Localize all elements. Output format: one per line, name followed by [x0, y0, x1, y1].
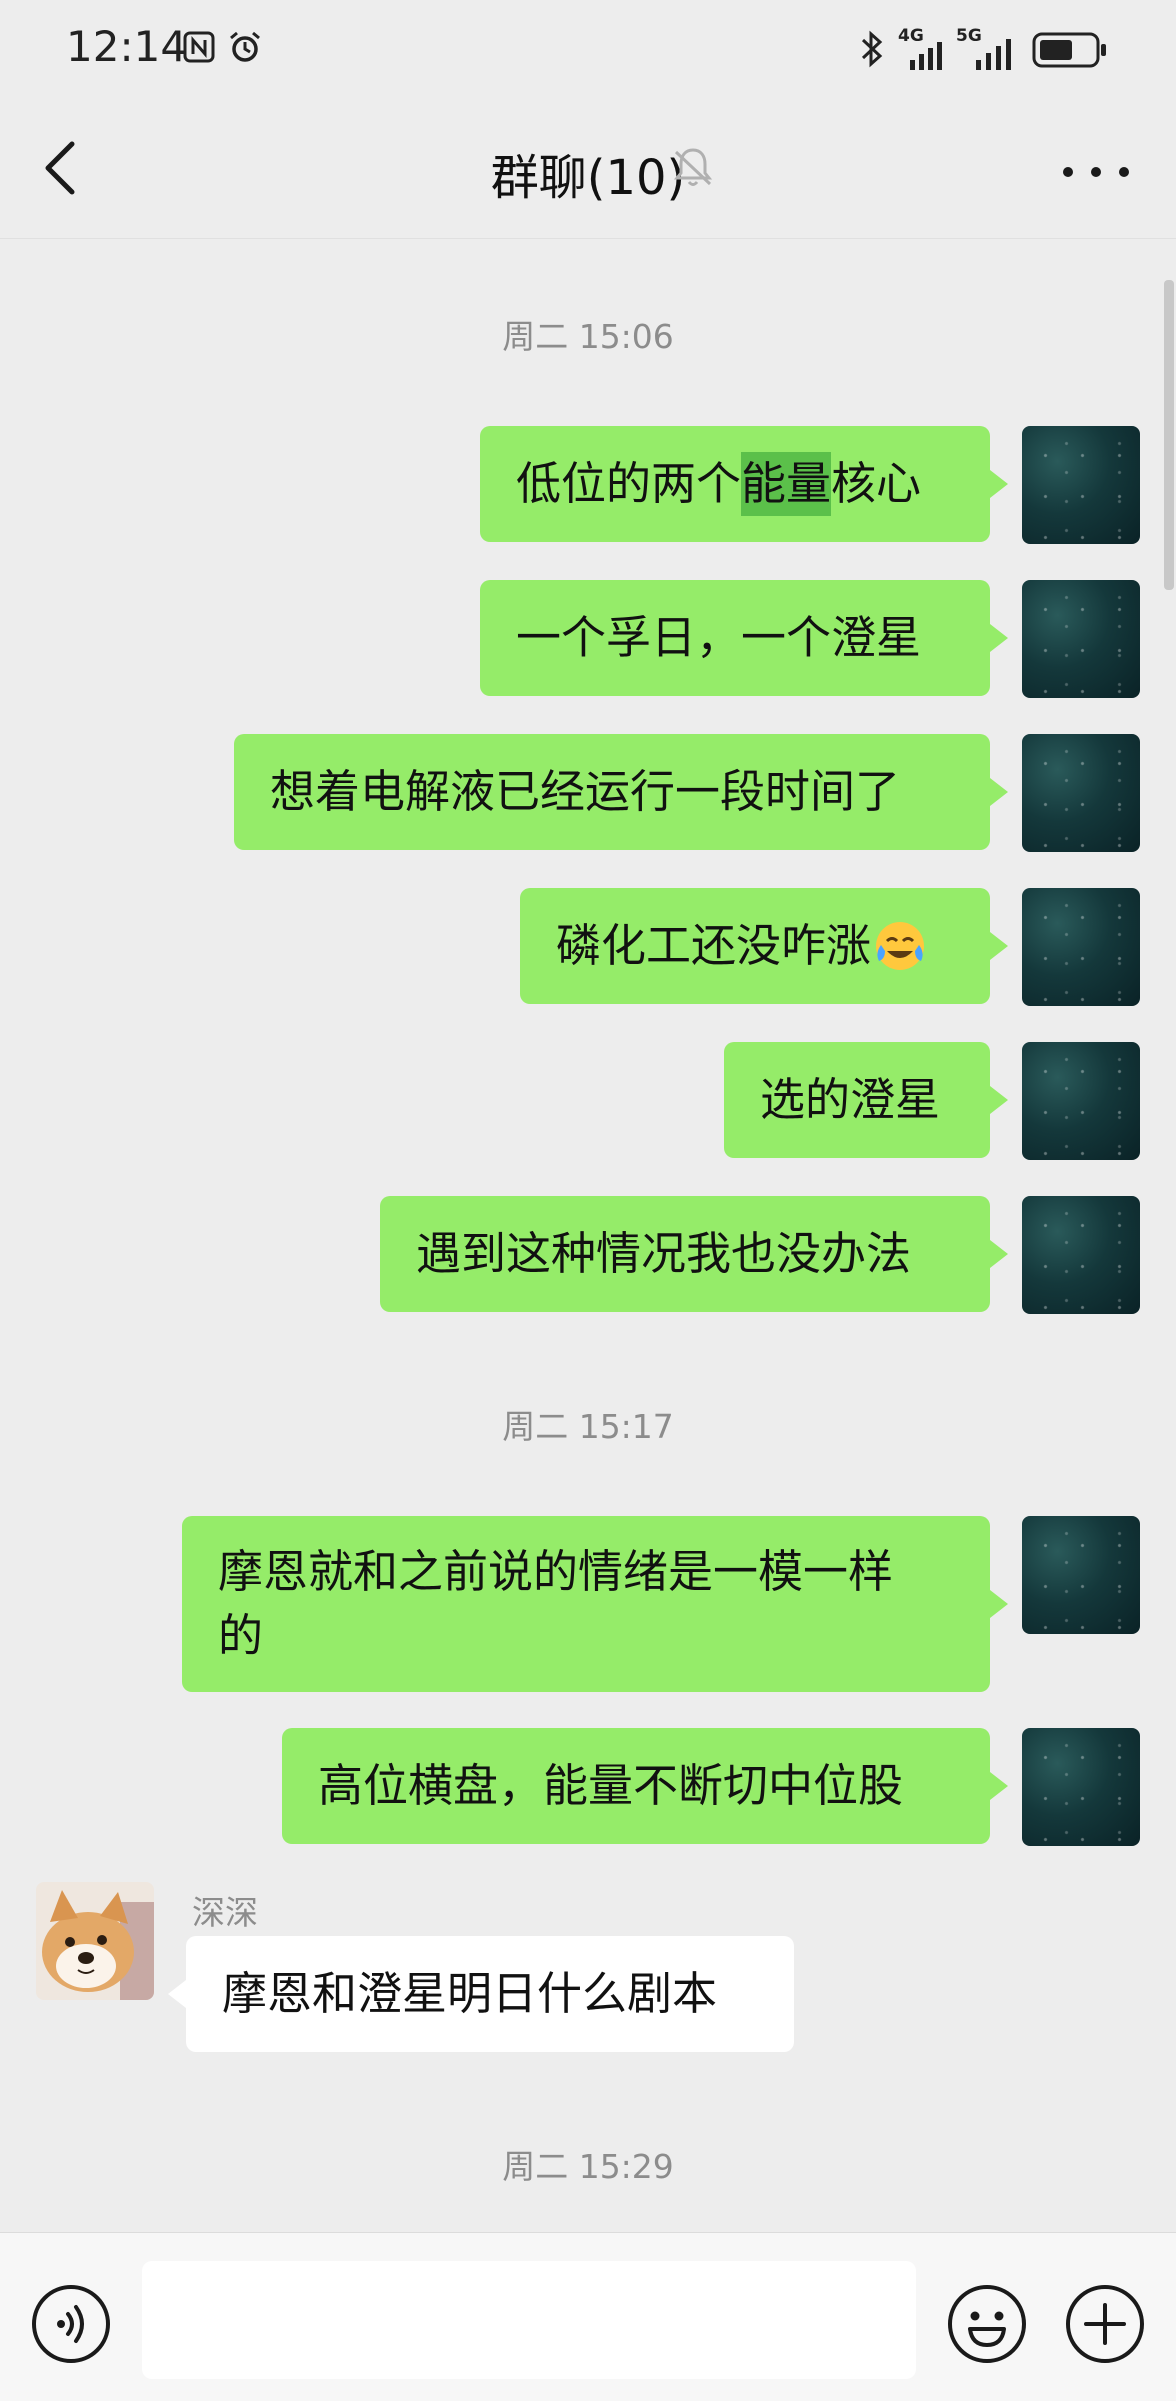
- avatar-self[interactable]: [1022, 1728, 1140, 1846]
- timestamp: 周二 15:17: [502, 1407, 674, 1446]
- message-text-line: 的: [218, 1609, 264, 1662]
- message-bubble-outgoing[interactable]: 磷化工还没咋涨: [520, 888, 1008, 1004]
- message-bubble-outgoing[interactable]: 遇到这种情况我也没办法: [380, 1196, 1008, 1312]
- voice-icon[interactable]: [30, 2283, 112, 2365]
- message-text: 想着电解液已经运行一段时间了: [270, 765, 901, 818]
- message-bubble-outgoing[interactable]: 摩恩就和之前说的情绪是一模一样 的: [182, 1516, 1008, 1692]
- message-text: 磷化工还没咋涨: [556, 919, 872, 972]
- sender-name: 深深: [192, 1893, 258, 1932]
- message-bubble-outgoing[interactable]: 低位的两个 能量 核心: [480, 426, 1008, 542]
- message-text: 摩恩和澄星明日什么剧本: [222, 1967, 718, 2020]
- message-text-part: 核心: [831, 457, 922, 510]
- avatar-self[interactable]: [1022, 734, 1140, 852]
- avatar-self[interactable]: [1022, 888, 1140, 1006]
- message-text: 遇到这种情况我也没办法: [416, 1227, 912, 1280]
- mute-bell-icon: [673, 148, 713, 186]
- message-text: 选的澄星: [760, 1073, 941, 1126]
- status-bar: 12:14 4G 5G: [0, 0, 1176, 100]
- message-bubble-incoming[interactable]: 摩恩和澄星明日什么剧本: [168, 1936, 794, 2052]
- message-text-line: 摩恩就和之前说的情绪是一模一样: [218, 1545, 894, 1598]
- message-input[interactable]: [142, 2261, 916, 2379]
- highlighted-text: 能量: [741, 452, 832, 516]
- alarm-icon: [230, 31, 260, 62]
- chat-title: 群聊(10): [490, 150, 686, 206]
- message-bubble-outgoing[interactable]: 高位横盘，能量不断切中位股: [282, 1728, 1008, 1844]
- message-bubble-outgoing[interactable]: 选的澄星: [724, 1042, 1008, 1158]
- avatar-contact[interactable]: [36, 1882, 154, 2000]
- status-time: 12:14: [66, 22, 188, 71]
- chat-header: 群聊(10): [0, 100, 1176, 239]
- signal-5g-icon: 5G: [956, 26, 1020, 70]
- signal-4g-icon: 4G: [898, 26, 948, 70]
- avatar-self[interactable]: [1022, 580, 1140, 698]
- avatar-self[interactable]: [1022, 1042, 1140, 1160]
- timestamp: 周二 15:29: [502, 2147, 674, 2186]
- message-text: 高位横盘，能量不断切中位股: [318, 1759, 904, 1812]
- emoji-icon[interactable]: [946, 2283, 1028, 2365]
- battery-icon: [1032, 32, 1106, 68]
- message-text-part: 低位的两个: [516, 457, 742, 510]
- message-text: 一个孚日，一个澄星: [516, 611, 922, 664]
- plus-icon[interactable]: [1064, 2283, 1146, 2365]
- timestamp: 周二 15:06: [502, 317, 674, 356]
- message-bubble-outgoing[interactable]: 一个孚日，一个澄星: [480, 580, 1008, 696]
- nfc-icon: [183, 31, 215, 63]
- avatar-self[interactable]: [1022, 1196, 1140, 1314]
- input-bar: [0, 2232, 1176, 2401]
- more-icon[interactable]: [1060, 164, 1132, 180]
- bluetooth-icon: [861, 30, 883, 68]
- avatar-self[interactable]: [1022, 1516, 1140, 1634]
- crying-laughing-emoji-icon: [876, 922, 925, 970]
- message-bubble-outgoing[interactable]: 想着电解液已经运行一段时间了: [234, 734, 1008, 850]
- avatar-self[interactable]: [1022, 426, 1140, 544]
